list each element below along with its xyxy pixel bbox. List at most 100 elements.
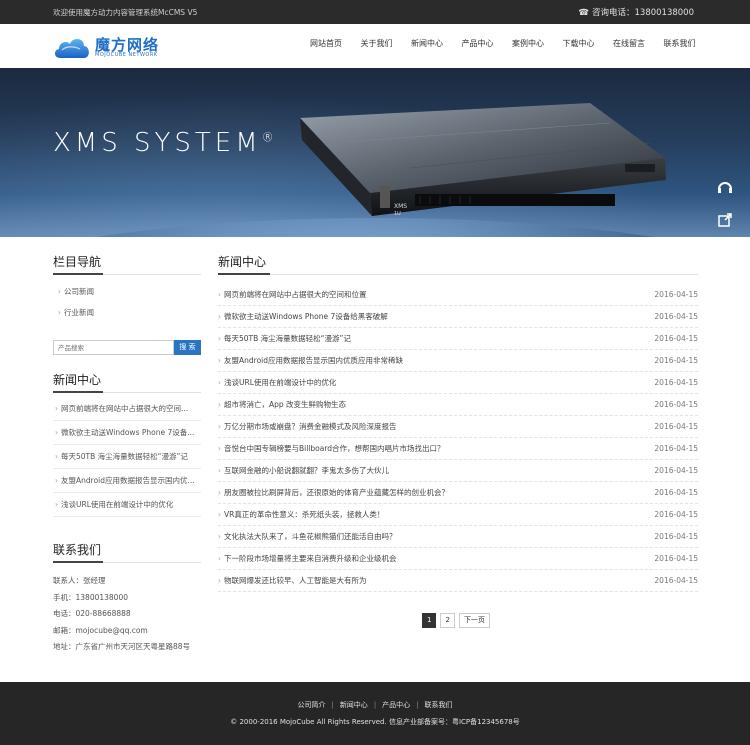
article-date: 2016-04-15: [654, 510, 698, 519]
article-title[interactable]: 音悦台中国专辑榜要与Billboard合作，想帮国内唱片市场找出口？: [218, 438, 445, 459]
article-date: 2016-04-15: [654, 532, 698, 541]
article-row[interactable]: 物联网爆发还比较早、人工智能是大有所为 2016-04-15: [218, 570, 698, 592]
article-row[interactable]: 每天50TB 海尘海量数据轻松“漫游”记 2016-04-15: [218, 328, 698, 350]
article-row[interactable]: 下一阶段市场增量将主要来自消费升级和企业级机会 2016-04-15: [218, 548, 698, 570]
logo[interactable]: 魔方网络 MOJOCUBE NETWORK: [52, 32, 172, 62]
sidebar-news: 新闻中心 网页前端将在网站中占据很大的空间... 微软欲主动送Windows P…: [53, 371, 201, 517]
product-search: 搜 索: [53, 340, 201, 355]
article-title[interactable]: 物联网爆发还比较早、人工智能是大有所为: [218, 570, 367, 591]
article-title[interactable]: 超市将消亡，App 改变生鲜购物生态: [218, 394, 346, 415]
server-label-xms: XMS: [394, 203, 407, 210]
article-date: 2016-04-15: [654, 400, 698, 409]
sidebar-news-heading: 新闻中心: [53, 371, 201, 393]
sidebar-news-item[interactable]: 友盟Android应用数据报告显示国内优...: [53, 469, 201, 493]
article-title[interactable]: 每天50TB 海尘海量数据轻松“漫游”记: [218, 328, 351, 349]
article-title[interactable]: 网页前端将在网站中占据很大的空间和位置: [218, 284, 367, 305]
nav-contact[interactable]: 联系我们: [664, 38, 696, 49]
article-row[interactable]: 网页前端将在网站中占据很大的空间和位置 2016-04-15: [218, 284, 698, 306]
footer-link-about[interactable]: 公司简介: [297, 701, 325, 709]
article-date: 2016-04-15: [654, 488, 698, 497]
sidebar-news-item[interactable]: 每天50TB 海尘海量数据轻松“漫游”记: [53, 445, 201, 469]
article-list: 网页前端将在网站中占据很大的空间和位置 2016-04-15 微软欲主动送Wind…: [218, 284, 698, 592]
nav-news[interactable]: 新闻中心: [411, 38, 443, 49]
article-row[interactable]: 万亿分期市场或崩盘？消费金融模式及风险深度报告 2016-04-15: [218, 416, 698, 438]
article-row[interactable]: 超市将消亡，App 改变生鲜购物生态 2016-04-15: [218, 394, 698, 416]
article-date: 2016-04-15: [654, 554, 698, 563]
footer-link-contact[interactable]: 联系我们: [425, 701, 453, 709]
headset-icon[interactable]: [714, 177, 736, 199]
category-list: 公司新闻 行业新闻: [53, 281, 201, 323]
article-row[interactable]: 微软欲主动送Windows Phone 7设备给黑客破解 2016-04-15: [218, 306, 698, 328]
article-title[interactable]: 互联网金融的小船说翻就翻？李鬼太多伤了大伙儿: [218, 460, 389, 481]
contact-phone: 电话：020-88668888: [53, 609, 131, 618]
contact-lines: 联系人：张经理 手机：13800138000 电话：020-88668888 邮…: [53, 573, 201, 656]
article-title[interactable]: 微软欲主动送Windows Phone 7设备给黑客破解: [218, 306, 388, 327]
contact-block: 联系我们 联系人：张经理 手机：13800138000 电话：020-88668…: [53, 541, 201, 656]
article-row[interactable]: 友盟Android应用数据报告显示国内优质应用非常稀缺 2016-04-15: [218, 350, 698, 372]
page-title: 新闻中心: [218, 253, 698, 275]
nav-home[interactable]: 网站首页: [310, 38, 342, 49]
hotline: ☎ 咨询电话：13800138000: [578, 6, 694, 18]
nav-products[interactable]: 产品中心: [462, 38, 494, 49]
sidebar-news-item[interactable]: 浅谈URL使用在前端设计中的优化: [53, 493, 201, 517]
phone-icon: ☎: [578, 8, 589, 18]
sidebar: 栏目导航 公司新闻 行业新闻 搜 索 新闻中心 网页前端将在网站中占据很大的空间…: [53, 253, 201, 651]
article-date: 2016-04-15: [654, 422, 698, 431]
page-1-button[interactable]: 1: [422, 613, 437, 628]
main-content: 新闻中心 网页前端将在网站中占据很大的空间和位置 2016-04-15 微软欲主动…: [218, 253, 698, 628]
article-row[interactable]: 浅谈URL使用在前端设计中的优化 2016-04-15: [218, 372, 698, 394]
top-bar: 欢迎使用魔方动力内容管理系统McCMS V5 ☎ 咨询电话：13800138000: [0, 0, 750, 24]
article-title[interactable]: 友盟Android应用数据报告显示国内优质应用非常稀缺: [218, 350, 403, 371]
article-date: 2016-04-15: [654, 312, 698, 321]
article-title[interactable]: 下一阶段市场增量将主要来自消费升级和企业级机会: [218, 548, 397, 569]
next-page-button[interactable]: 下一页: [458, 613, 490, 628]
contact-mobile: 手机：13800138000: [53, 592, 128, 602]
category-item-industry-news[interactable]: 行业新闻: [53, 302, 201, 323]
welcome-text: 欢迎使用魔方动力内容管理系统McCMS V5: [53, 8, 198, 17]
article-date: 2016-04-15: [654, 466, 698, 475]
article-title[interactable]: 朋友圈被拉比刷屏背后，还很原始的体育产业蕴藏怎样的创业机会？: [218, 482, 449, 503]
hero-banner[interactable]: XMS SYSTEM® XMS 1U: [0, 68, 750, 237]
article-date: 2016-04-15: [654, 378, 698, 387]
article-row[interactable]: 音悦台中国专辑榜要与Billboard合作，想帮国内唱片市场找出口？ 2016-0…: [218, 438, 698, 460]
contact-person: 联系人：张经理: [53, 576, 106, 585]
article-row[interactable]: VR真正的革命性意义：杀死纸头装，拯救人类！ 2016-04-15: [218, 504, 698, 526]
article-row[interactable]: 朋友圈被拉比刷屏背后，还很原始的体育产业蕴藏怎样的创业机会？ 2016-04-15: [218, 482, 698, 504]
contact-heading: 联系我们: [53, 541, 201, 563]
header: 魔方网络 MOJOCUBE NETWORK 网站首页 关于我们 新闻中心 产品中…: [0, 24, 750, 68]
nav-about[interactable]: 关于我们: [361, 38, 393, 49]
article-date: 2016-04-15: [654, 356, 698, 365]
article-title[interactable]: VR真正的革命性意义：杀死纸头装，拯救人类！: [218, 504, 384, 525]
article-row[interactable]: 文化执法大队来了，斗鱼花椒熊猫们还能活自由吗？ 2016-04-15: [218, 526, 698, 548]
sidebar-news-item[interactable]: 网页前端将在网站中占据很大的空间...: [53, 397, 201, 421]
article-date: 2016-04-15: [654, 334, 698, 343]
server-label-1u: 1U: [394, 211, 401, 217]
share-icon[interactable]: [714, 209, 736, 231]
article-title[interactable]: 浅谈URL使用在前端设计中的优化: [218, 372, 336, 393]
footer-link-news[interactable]: 新闻中心: [340, 701, 368, 709]
nav-guestbook[interactable]: 在线留言: [613, 38, 645, 49]
pagination: 1 2 下一页: [422, 613, 494, 628]
floating-toolbar: [711, 172, 739, 237]
search-button[interactable]: 搜 索: [174, 340, 201, 355]
category-nav-heading: 栏目导航: [53, 253, 201, 275]
article-date: 2016-04-15: [654, 290, 698, 299]
search-input[interactable]: [53, 340, 174, 355]
copyright-text: © 2000-2016 MojoCube All Rights Reserved…: [230, 718, 520, 726]
nav-downloads[interactable]: 下载中心: [563, 38, 595, 49]
cloud-logo-icon: [54, 38, 89, 58]
article-title[interactable]: 文化执法大队来了，斗鱼花椒熊猫们还能活自由吗？: [218, 526, 397, 547]
logo-subtext: MOJOCUBE NETWORK: [95, 52, 158, 58]
article-row[interactable]: 互联网金融的小船说翻就翻？李鬼太多伤了大伙儿 2016-04-15: [218, 460, 698, 482]
footer-links: 公司简介 | 新闻中心 | 产品中心 | 联系我们: [297, 701, 453, 709]
sidebar-news-list: 网页前端将在网站中占据很大的空间... 微软欲主动送Windows Phone …: [53, 397, 201, 517]
sidebar-news-item[interactable]: 微软欲主动送Windows Phone 7设备...: [53, 421, 201, 445]
footer: 公司简介 | 新闻中心 | 产品中心 | 联系我们 © 2000-2016 MojoCube…: [0, 682, 750, 745]
page-2-button[interactable]: 2: [440, 613, 455, 628]
server-rack-image: XMS 1U: [300, 103, 666, 217]
article-date: 2016-04-15: [654, 576, 698, 585]
category-item-company-news[interactable]: 公司新闻: [53, 281, 201, 302]
nav-cases[interactable]: 案例中心: [512, 38, 544, 49]
footer-link-products[interactable]: 产品中心: [382, 701, 410, 709]
article-title[interactable]: 万亿分期市场或崩盘？消费金融模式及风险深度报告: [218, 416, 397, 437]
